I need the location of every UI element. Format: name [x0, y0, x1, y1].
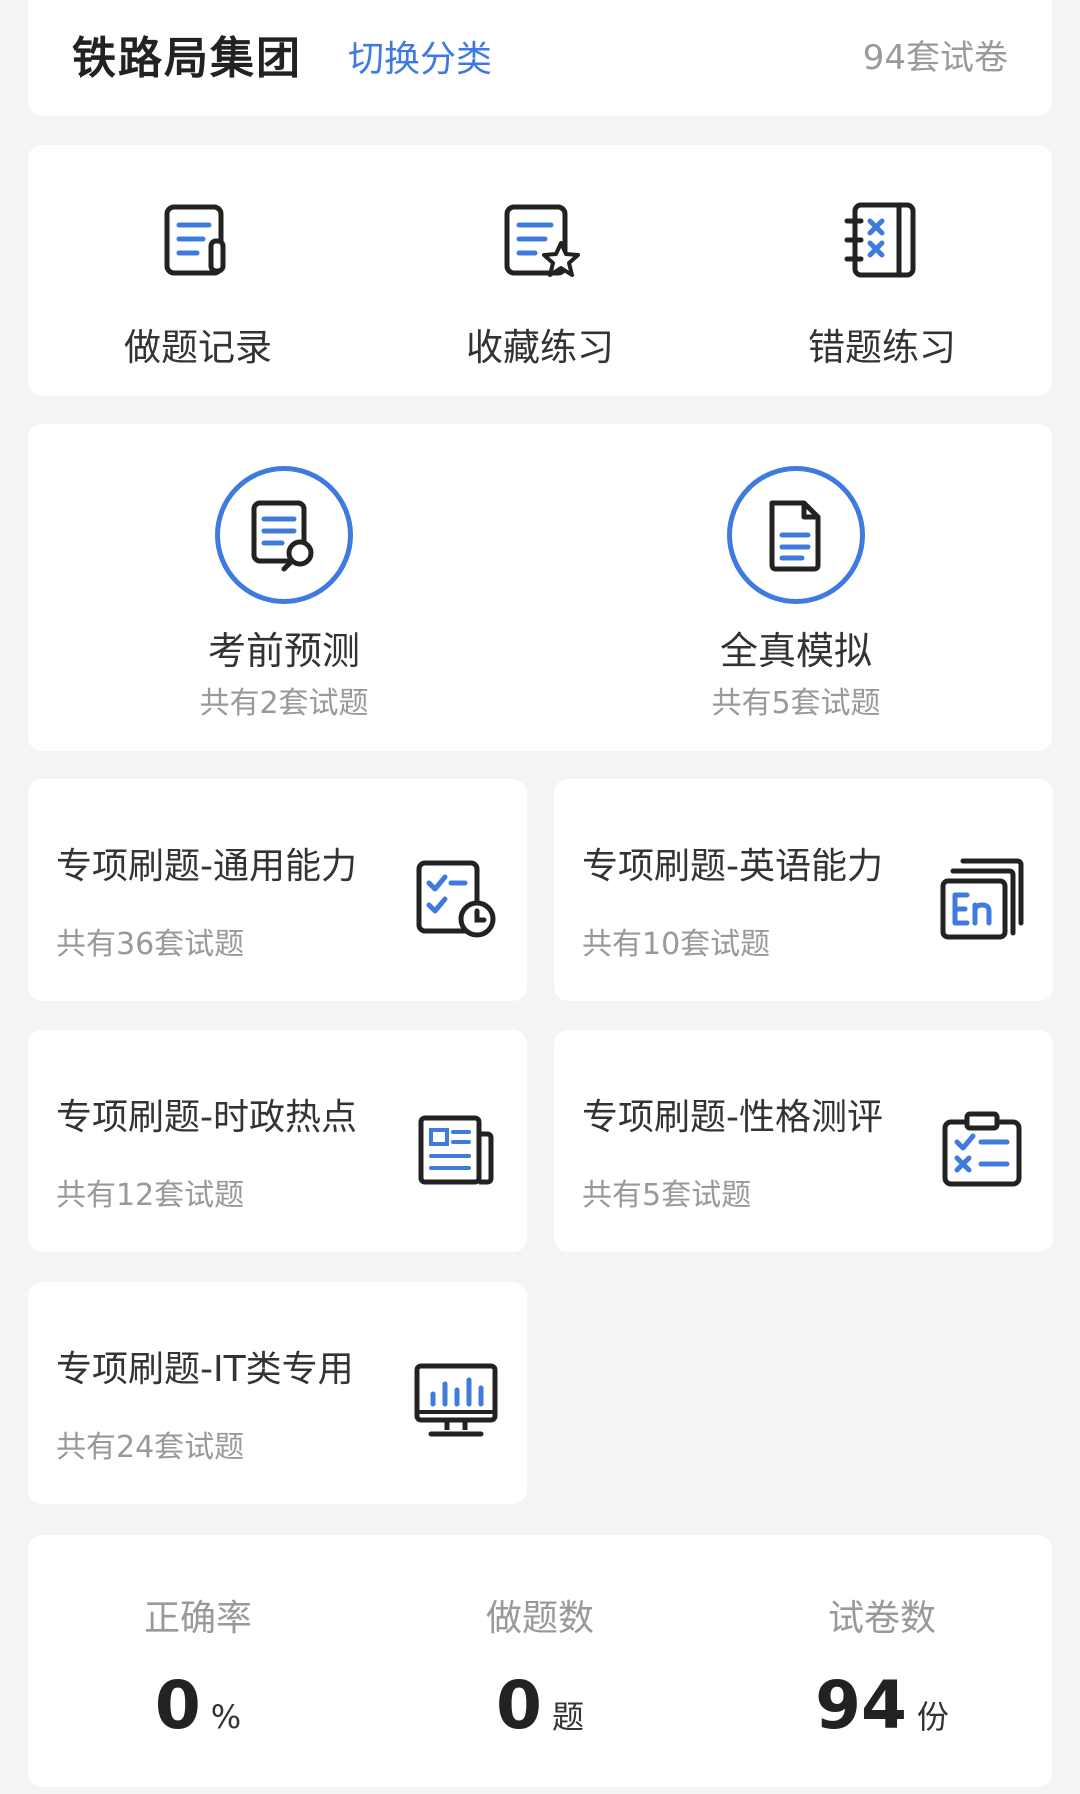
- stat-value-row: 94 份: [712, 1667, 1052, 1744]
- topic-title: 专项刷题-时政热点: [56, 1097, 357, 1138]
- category-header: 铁路局集团 切换分类 94套试卷: [28, 0, 1052, 116]
- topic-title: 专项刷题-IT类专用: [56, 1349, 354, 1390]
- checklist-clock-icon: [416, 860, 496, 938]
- stat-value: 94: [815, 1667, 907, 1744]
- topic-subtitle: 共有24套试题: [56, 1430, 245, 1465]
- simulation-icon: [727, 466, 865, 604]
- stat-label: 正确率: [143, 1598, 252, 1639]
- papers-stat: 试卷数 94 份: [712, 1535, 1052, 1787]
- practice-record-button[interactable]: 做题记录: [28, 145, 368, 396]
- switch-category-link[interactable]: 切换分类: [348, 30, 492, 82]
- topic-card-current-affairs[interactable]: 专项刷题-时政热点 共有12套试题: [28, 1030, 527, 1252]
- stat-value: 0: [496, 1667, 542, 1744]
- full-simulation-subtitle: 共有5套试题: [711, 686, 881, 721]
- topic-title: 专项刷题-性格测评: [582, 1097, 883, 1138]
- wrong-questions-icon: [844, 202, 916, 278]
- stat-value-row: 0题: [370, 1667, 710, 1744]
- topic-card-it-special[interactable]: 专项刷题-IT类专用 共有24套试题: [28, 1282, 527, 1504]
- full-simulation-title: 全真模拟: [719, 629, 872, 673]
- exam-forecast-button[interactable]: 考前预测 共有2套试题: [28, 424, 540, 751]
- topic-card-english-ability[interactable]: 专项刷题-英语能力 共有10套试题: [554, 779, 1053, 1001]
- topic-card-general-ability[interactable]: 专项刷题-通用能力 共有36套试题: [28, 779, 527, 1001]
- quick-actions-card: 做题记录 收藏练习 错题练习: [28, 145, 1052, 396]
- stat-label: 做题数: [485, 1598, 594, 1639]
- topic-card-personality-test[interactable]: 专项刷题-性格测评 共有5套试题: [554, 1030, 1053, 1252]
- newspaper-icon: [418, 1115, 494, 1185]
- clipboard-test-icon: [942, 1111, 1022, 1187]
- favorite-practice-button[interactable]: 收藏练习: [370, 145, 710, 396]
- record-icon: [164, 204, 226, 276]
- paper-count: 94套试卷: [862, 38, 1008, 78]
- questions-done-stat: 做题数 0题: [370, 1535, 710, 1787]
- category-title: 铁路局集团: [72, 33, 302, 84]
- stat-value-row: 0%: [28, 1667, 368, 1744]
- wrong-questions-button[interactable]: 错题练习: [712, 145, 1052, 396]
- topic-subtitle: 共有36套试题: [56, 927, 245, 962]
- stat-unit: 份: [916, 1698, 949, 1736]
- featured-card: 考前预测 共有2套试题 全真模拟 共有5套试题: [28, 424, 1052, 751]
- favorite-icon: [504, 204, 580, 277]
- favorite-practice-label: 收藏练习: [466, 326, 614, 369]
- monitor-chart-icon: [414, 1363, 498, 1437]
- topic-subtitle: 共有12套试题: [56, 1178, 245, 1213]
- stat-unit: %: [210, 1698, 242, 1736]
- topic-subtitle: 共有10套试题: [582, 927, 771, 962]
- exam-forecast-title: 考前预测: [207, 629, 360, 673]
- forecast-icon: [215, 466, 353, 604]
- english-icon: [940, 858, 1024, 940]
- accuracy-stat: 正确率 0%: [28, 1535, 368, 1787]
- topic-subtitle: 共有5套试题: [582, 1178, 752, 1213]
- stat-label: 试卷数: [827, 1598, 936, 1639]
- topic-title: 专项刷题-英语能力: [582, 846, 883, 887]
- exam-forecast-subtitle: 共有2套试题: [199, 686, 369, 721]
- full-simulation-button[interactable]: 全真模拟 共有5套试题: [540, 424, 1052, 751]
- wrong-questions-label: 错题练习: [808, 326, 956, 369]
- topic-title: 专项刷题-通用能力: [56, 846, 357, 887]
- stat-unit: 题: [551, 1698, 584, 1736]
- stat-value: 0: [154, 1667, 201, 1744]
- stats-card: 正确率 0% 做题数 0题 试卷数 94 份: [28, 1535, 1052, 1787]
- practice-record-label: 做题记录: [124, 326, 272, 369]
